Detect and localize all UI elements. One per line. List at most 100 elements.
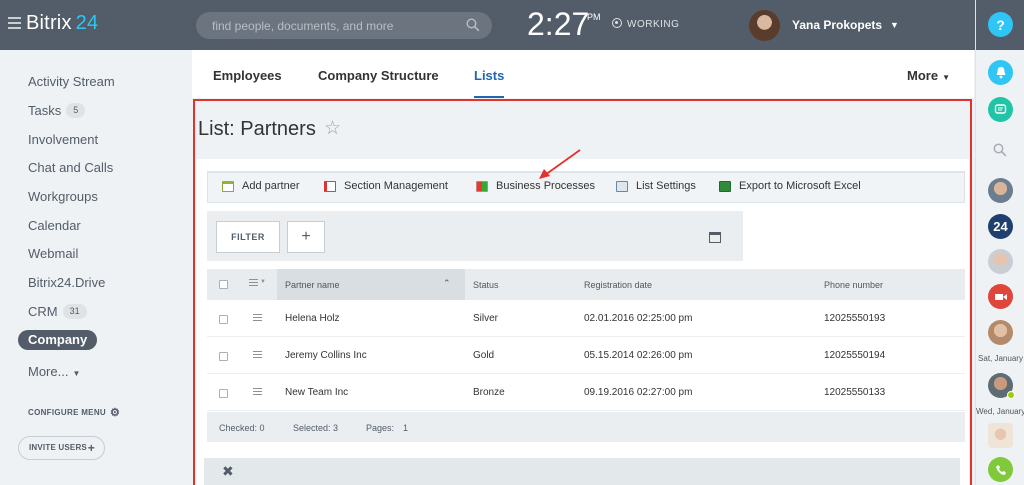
configure-menu-link[interactable]: CONFIGURE MENU ⚙ xyxy=(28,406,120,419)
close-icon[interactable]: ✖ xyxy=(222,463,234,480)
user-menu[interactable]: Yana Prokopets ▼ xyxy=(749,9,899,41)
plus-icon: + xyxy=(87,441,95,455)
contact-avatar[interactable] xyxy=(988,178,1013,203)
sidebar-item-label: Activity Stream xyxy=(28,74,115,89)
sidebar-item-label: Workgroups xyxy=(28,189,98,204)
column-header-status[interactable]: Status xyxy=(473,280,499,290)
help-button[interactable]: ? xyxy=(988,12,1013,37)
cell-registration-date: 09.19.2016 02:27:00 pm xyxy=(584,387,693,398)
bitrix24-button[interactable]: 24 xyxy=(988,214,1013,239)
invite-users-button[interactable]: INVITE USERS + xyxy=(18,436,105,460)
bitrix24-icon: 24 xyxy=(993,219,1008,234)
cell-partner-name: Helena Holz xyxy=(285,313,340,324)
row-menu-icon[interactable] xyxy=(253,351,262,358)
sidebar-item-activity-stream[interactable]: Activity Stream xyxy=(28,72,115,92)
sidebar-item-label: Chat and Calls xyxy=(28,160,114,175)
invite-users-label: INVITE USERS xyxy=(29,443,87,452)
search-icon[interactable] xyxy=(466,18,480,32)
window-icon[interactable] xyxy=(709,232,721,243)
sidebar-item-calendar[interactable]: Calendar xyxy=(28,216,81,236)
work-status[interactable]: WORKING xyxy=(612,18,679,30)
clock[interactable]: 2:27 PM xyxy=(527,6,601,43)
column-header-registration-date[interactable]: Registration date xyxy=(584,280,652,290)
top-bar: Bitrix24 2:27PM WORKING Yana Prokopets ▼ xyxy=(0,0,975,50)
counter-badge: 31 xyxy=(62,304,87,319)
add-filter-button[interactable]: + xyxy=(287,221,325,253)
cell-partner-name: New Team Inc xyxy=(285,387,349,398)
bell-icon xyxy=(996,67,1005,79)
conference-button[interactable] xyxy=(988,284,1013,309)
add-item-icon xyxy=(222,180,234,192)
cell-phone-number: 12025550193 xyxy=(824,313,886,324)
cell-registration-date: 05.15.2014 02:26:00 pm xyxy=(584,350,693,361)
filter-button[interactable]: FILTER xyxy=(216,221,280,253)
notifications-button[interactable] xyxy=(988,60,1013,85)
sidebar-item-company[interactable]: Company xyxy=(18,330,98,350)
list-panel: Add partner Section Management Business … xyxy=(196,159,969,485)
chevron-down-icon: ▼ xyxy=(942,73,950,82)
add-partner-button[interactable]: Add partner xyxy=(222,180,299,192)
sidebar-item-label: More... xyxy=(28,364,69,379)
settings-icon xyxy=(616,180,628,192)
sidebar-item-label: Webmail xyxy=(28,246,79,261)
messenger-button[interactable] xyxy=(988,97,1013,122)
search-box xyxy=(196,12,492,39)
section-management-button[interactable]: Section Management xyxy=(324,180,448,192)
business-processes-label: Business Processes xyxy=(496,180,596,192)
column-settings-icon[interactable] xyxy=(249,279,258,286)
row-menu-icon[interactable] xyxy=(253,388,262,395)
column-header-phone-number[interactable]: Phone number xyxy=(824,280,883,290)
row-checkbox[interactable] xyxy=(219,352,228,361)
sidebar-item-workgroups[interactable]: Workgroups xyxy=(28,187,98,207)
chat-icon xyxy=(994,104,1007,114)
business-processes-button[interactable]: Business Processes xyxy=(476,180,595,192)
star-icon[interactable]: ☆ xyxy=(324,117,341,140)
work-status-label: WORKING xyxy=(627,19,680,30)
contact-avatar[interactable] xyxy=(988,320,1013,345)
list-toolbar: Add partner Section Management Business … xyxy=(207,171,965,203)
search-icon[interactable] xyxy=(993,143,1007,157)
sort-ascending-icon[interactable]: ⌃ xyxy=(443,278,451,289)
checked-count: Checked: 0 xyxy=(219,423,265,433)
logo-text: Bitrix xyxy=(26,12,72,34)
sidebar-item-crm[interactable]: CRM 31 xyxy=(28,302,87,322)
row-checkbox[interactable] xyxy=(219,389,228,398)
tab-more-label: More xyxy=(907,68,939,83)
tab-employees[interactable]: Employees xyxy=(213,68,282,83)
bottom-action-panel: ✖ xyxy=(204,456,960,485)
contact-avatar[interactable] xyxy=(988,249,1013,274)
sidebar-item-chat-and-calls[interactable]: Chat and Calls xyxy=(28,158,113,178)
tab-lists[interactable]: Lists xyxy=(474,68,505,98)
hamburger-menu-icon[interactable] xyxy=(8,17,21,29)
page-number[interactable]: 1 xyxy=(403,423,408,433)
table-row[interactable]: New Team Inc Bronze 09.19.2016 02:27:00 … xyxy=(207,374,965,411)
sidebar-item-involvement[interactable]: Involvement xyxy=(28,130,98,150)
cell-status: Gold xyxy=(473,350,495,361)
call-button[interactable] xyxy=(988,457,1013,482)
row-menu-icon[interactable] xyxy=(253,314,262,321)
sidebar-item-more[interactable]: More... ▼ xyxy=(28,362,80,382)
filter-bar: FILTER + xyxy=(207,211,743,261)
table-row[interactable]: Jeremy Collins Inc Gold 05.15.2014 02:26… xyxy=(207,337,965,374)
sidebar-item-label: Bitrix24.Drive xyxy=(28,275,106,290)
selected-count: Selected: 3 xyxy=(293,423,339,433)
sidebar-item-label: Involvement xyxy=(28,132,99,147)
contact-avatar[interactable] xyxy=(988,423,1013,448)
export-excel-button[interactable]: Export to Microsoft Excel xyxy=(719,180,861,192)
row-checkbox[interactable] xyxy=(219,315,228,324)
search-input[interactable] xyxy=(196,12,456,39)
sidebar-item-drive[interactable]: Bitrix24.Drive xyxy=(28,273,105,293)
tab-company-structure[interactable]: Company Structure xyxy=(318,68,439,83)
sidebar-item-tasks[interactable]: Tasks 5 xyxy=(28,101,86,121)
list-settings-button[interactable]: List Settings xyxy=(616,180,696,192)
tab-more[interactable]: More ▼ xyxy=(907,68,950,83)
logo[interactable]: Bitrix 24 xyxy=(26,12,98,35)
column-header-partner-name[interactable]: Partner name xyxy=(285,280,340,290)
user-name: Yana Prokopets xyxy=(792,18,883,32)
sidebar-item-webmail[interactable]: Webmail xyxy=(28,244,78,264)
pages-label: Pages: xyxy=(366,423,395,433)
sidebar-item-label: Tasks xyxy=(28,103,62,118)
select-all-checkbox[interactable] xyxy=(219,280,228,289)
cell-status: Silver xyxy=(473,313,499,324)
table-row[interactable]: Helena Holz Silver 02.01.2016 02:25:00 p… xyxy=(207,300,965,337)
